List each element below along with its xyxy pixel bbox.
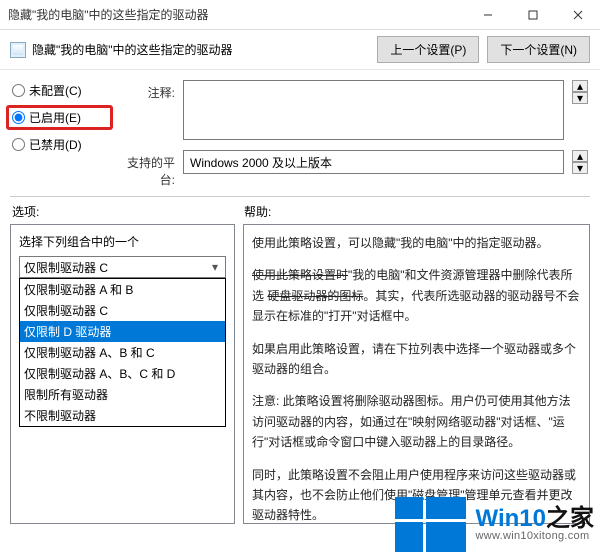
list-item[interactable]: 仅限制 D 驱动器 [20, 321, 225, 342]
drive-combo[interactable]: 仅限制驱动器 C ▾ 仅限制驱动器 A 和 B 仅限制驱动器 C 仅限制 D 驱… [19, 256, 226, 278]
window-title: 隐藏"我的电脑"中的这些指定的驱动器 [8, 6, 465, 23]
radio-disabled-input[interactable] [12, 138, 25, 151]
list-item[interactable]: 仅限制驱动器 C [20, 300, 225, 321]
state-radios: 未配置(C) 已启用(E) 已禁用(D) [12, 80, 107, 188]
help-p2: 使用此策略设置时"我的电脑"和文件资源管理器中删除代表所选 硬盘驱动器的图标。其… [252, 265, 581, 326]
help-p3: 如果启用此策略设置，请在下拉列表中选择一个驱动器或多个驱动器的组合。 [252, 339, 581, 380]
config-area: 未配置(C) 已启用(E) 已禁用(D) 注释: ▴ ▾ 支持的平台: Wind… [0, 70, 600, 196]
list-item[interactable]: 仅限制驱动器 A、B、C 和 D [20, 363, 225, 384]
options-heading: 选项: [12, 203, 244, 220]
platform-value: Windows 2000 及以上版本 [190, 154, 332, 171]
maximize-button[interactable] [510, 0, 555, 29]
section-labels: 选项: 帮助: [0, 197, 600, 224]
radio-not-configured[interactable]: 未配置(C) [12, 82, 107, 99]
list-item[interactable]: 仅限制驱动器 A 和 B [20, 279, 225, 300]
help-p4: 注意: 此策略设置将删除驱动器图标。用户仍可使用其他方法访问驱动器的内容，如通过… [252, 391, 581, 452]
help-p2-strike1: 使用此策略设置时 [252, 268, 348, 282]
policy-icon [10, 42, 26, 58]
platform-field: Windows 2000 及以上版本 [183, 150, 564, 174]
lower-panels: 选择下列组合中的一个 仅限制驱动器 C ▾ 仅限制驱动器 A 和 B 仅限制驱动… [0, 224, 600, 534]
help-heading: 帮助: [244, 203, 271, 220]
help-panel: 使用此策略设置，可以隐藏"我的电脑"中的指定驱动器。 使用此策略设置时"我的电脑… [243, 224, 590, 524]
help-p1: 使用此策略设置，可以隐藏"我的电脑"中的指定驱动器。 [252, 233, 581, 253]
radio-enabled-input[interactable] [12, 111, 25, 124]
list-item[interactable]: 不限制驱动器 [20, 405, 225, 426]
drive-combo-selected: 仅限制驱动器 C [24, 259, 108, 276]
radio-disabled-label: 已禁用(D) [29, 136, 82, 153]
options-panel: 选择下列组合中的一个 仅限制驱动器 C ▾ 仅限制驱动器 A 和 B 仅限制驱动… [10, 224, 235, 524]
list-item[interactable]: 限制所有驱动器 [20, 384, 225, 405]
comment-input[interactable] [183, 80, 564, 140]
help-p2-strike2: 硬盘驱动器的图标 [267, 289, 363, 303]
platform-label: 支持的平台: [113, 150, 175, 188]
scroll-down-icon[interactable]: ▾ [572, 92, 588, 104]
chevron-down-icon[interactable]: ▾ [207, 259, 223, 275]
minimize-button[interactable] [465, 0, 510, 29]
platform-scroll: ▴ ▾ [572, 150, 588, 174]
radio-enabled-label: 已启用(E) [29, 109, 81, 126]
drive-combo-list: 仅限制驱动器 A 和 B 仅限制驱动器 C 仅限制 D 驱动器 仅限制驱动器 A… [19, 278, 226, 427]
radio-disabled[interactable]: 已禁用(D) [12, 136, 107, 153]
policy-subtitle: 隐藏"我的电脑"中的这些指定的驱动器 [32, 41, 233, 58]
comment-scroll: ▴ ▾ [572, 80, 588, 104]
options-prompt: 选择下列组合中的一个 [19, 233, 226, 250]
previous-setting-button[interactable]: 上一个设置(P) [377, 36, 479, 63]
titlebar: 隐藏"我的电脑"中的这些指定的驱动器 [0, 0, 600, 30]
list-item[interactable]: 仅限制驱动器 A、B 和 C [20, 342, 225, 363]
toolbar: 隐藏"我的电脑"中的这些指定的驱动器 上一个设置(P) 下一个设置(N) [0, 30, 600, 70]
radio-not-configured-label: 未配置(C) [29, 82, 82, 99]
radio-not-configured-input[interactable] [12, 84, 25, 97]
next-setting-button[interactable]: 下一个设置(N) [487, 36, 590, 63]
radio-enabled[interactable]: 已启用(E) [12, 109, 107, 126]
help-p5: 同时，此策略设置不会阻止用户使用程序来访问这些驱动器或其内容，也不会防止他们使用… [252, 465, 581, 524]
enabled-highlight: 已启用(E) [6, 105, 113, 130]
close-button[interactable] [555, 0, 600, 29]
window-controls [465, 0, 600, 29]
scroll-down-icon[interactable]: ▾ [572, 162, 588, 174]
comment-label: 注释: [113, 80, 175, 101]
